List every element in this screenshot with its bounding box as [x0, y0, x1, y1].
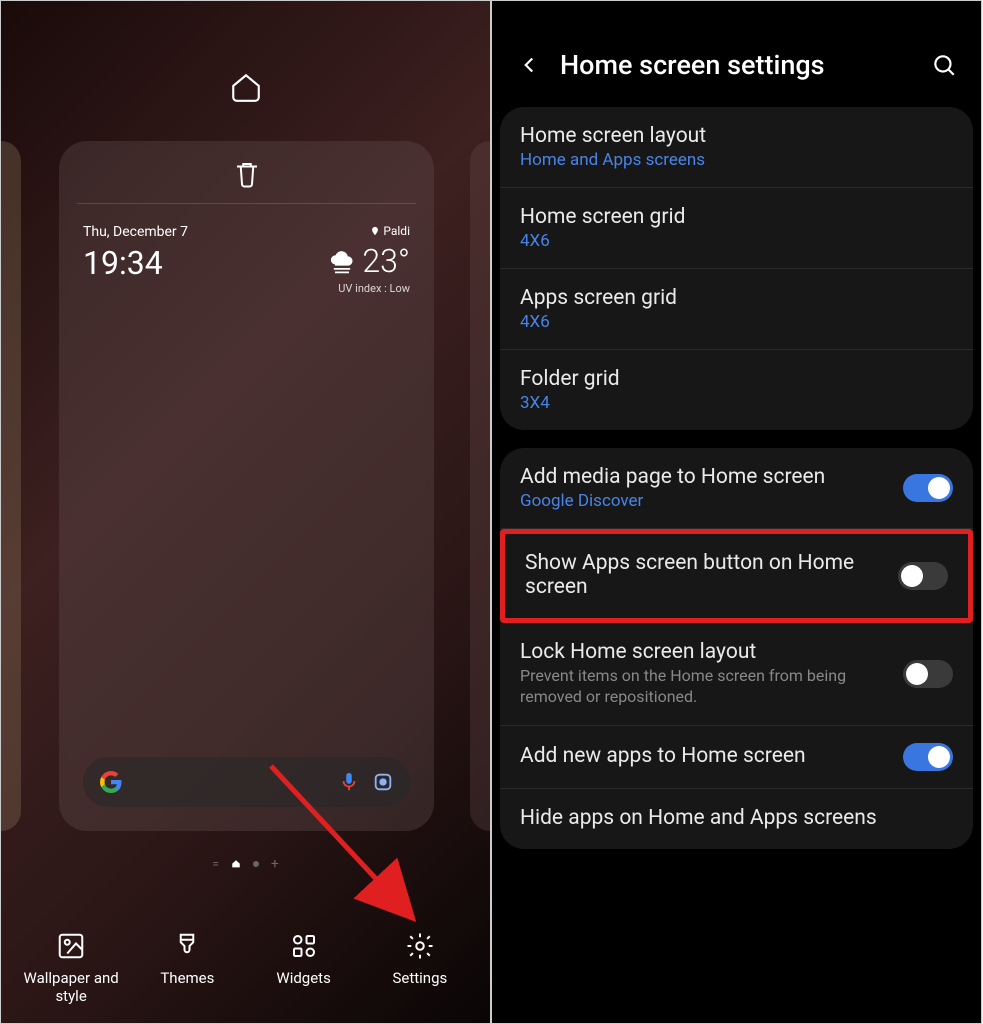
widgets-icon	[289, 931, 319, 961]
bb-label: Settings	[392, 969, 447, 987]
themes-button[interactable]: Themes	[132, 931, 242, 1005]
home-icon	[229, 71, 263, 105]
item-sub: 3X4	[520, 393, 953, 413]
add-new-apps-item[interactable]: Add new apps to Home screen	[500, 726, 973, 789]
lock-layout-toggle[interactable]	[903, 660, 953, 688]
gear-icon	[405, 931, 435, 961]
mic-icon[interactable]	[338, 771, 360, 793]
item-desc: Prevent items on the Home screen from be…	[520, 666, 887, 708]
google-g-icon	[99, 770, 123, 794]
pin-icon	[370, 226, 380, 236]
item-label: Home screen grid	[520, 205, 953, 229]
folder-grid-item[interactable]: Folder grid 3X4	[500, 350, 973, 430]
search-icon[interactable]	[931, 52, 957, 78]
bb-label: Widgets	[276, 969, 330, 987]
home-editor-bottombar: Wallpaper and style Themes Widgets Setti…	[1, 931, 490, 1005]
temp-text: 23°	[362, 242, 410, 280]
item-label: Show Apps screen button on Home screen	[525, 551, 882, 599]
page-title: Home screen settings	[560, 49, 913, 81]
temp-row: 23°	[328, 242, 410, 280]
delete-page-row	[77, 141, 416, 204]
brush-icon	[172, 931, 202, 961]
media-page-item[interactable]: Add media page to Home screen Google Dis…	[500, 448, 973, 529]
home-page-preview[interactable]: Thu, December 7 19:34 Paldi 23° UV index…	[59, 141, 434, 831]
item-label: Add new apps to Home screen	[520, 744, 887, 768]
settings-header: Home screen settings	[492, 1, 981, 107]
wallpaper-style-button[interactable]: Wallpaper and style	[16, 931, 126, 1005]
item-label: Add media page to Home screen	[520, 465, 887, 489]
item-sub: Google Discover	[520, 491, 887, 511]
bb-label: Themes	[160, 969, 214, 987]
item-sub: 4X6	[520, 231, 953, 251]
uv-text: UV index : Low	[328, 282, 410, 295]
time-text: 19:34	[83, 244, 188, 282]
home-editor-pane: Thu, December 7 19:34 Paldi 23° UV index…	[0, 0, 491, 1024]
home-layout-item[interactable]: Home screen layout Home and Apps screens	[500, 107, 973, 188]
location-text: Paldi	[328, 224, 410, 238]
google-search-bar[interactable]	[83, 757, 410, 807]
item-label: Apps screen grid	[520, 286, 953, 310]
cloud-icon	[328, 247, 356, 275]
next-page-peek[interactable]	[470, 141, 491, 831]
widgets-button[interactable]: Widgets	[249, 931, 359, 1005]
home-indicator-row	[1, 1, 490, 105]
item-sub: 4X6	[520, 312, 953, 332]
home-dot-icon	[231, 859, 241, 869]
date-text: Thu, December 7	[83, 224, 188, 240]
lock-layout-item[interactable]: Lock Home screen layout Prevent items on…	[500, 623, 973, 726]
show-apps-toggle[interactable]	[898, 562, 948, 590]
wallpaper-icon	[56, 931, 86, 961]
trash-icon[interactable]	[232, 159, 262, 189]
settings-button[interactable]: Settings	[365, 931, 475, 1005]
show-apps-button-item[interactable]: Show Apps screen button on Home screen	[500, 529, 973, 623]
home-grid-item[interactable]: Home screen grid 4X6	[500, 188, 973, 269]
page-indicator-dots: = +	[1, 856, 490, 872]
item-sub: Home and Apps screens	[520, 150, 953, 170]
add-new-apps-toggle[interactable]	[903, 743, 953, 771]
settings-pane: Home screen settings Home screen layout …	[491, 0, 982, 1024]
item-label: Folder grid	[520, 367, 953, 391]
settings-group-layout: Home screen layout Home and Apps screens…	[500, 107, 973, 430]
apps-grid-item[interactable]: Apps screen grid 4X6	[500, 269, 973, 350]
lens-icon[interactable]	[372, 771, 394, 793]
bb-label: Wallpaper and style	[16, 969, 126, 1005]
page-dot-icon	[253, 861, 259, 867]
item-label: Hide apps on Home and Apps screens	[520, 806, 953, 830]
prev-page-peek[interactable]	[0, 141, 21, 831]
media-page-toggle[interactable]	[903, 474, 953, 502]
item-label: Lock Home screen layout	[520, 640, 887, 664]
settings-group-behavior: Add media page to Home screen Google Dis…	[500, 448, 973, 849]
hide-apps-item[interactable]: Hide apps on Home and Apps screens	[500, 789, 973, 849]
back-icon[interactable]	[516, 52, 542, 78]
item-label: Home screen layout	[520, 124, 953, 148]
weather-clock-widget[interactable]: Thu, December 7 19:34 Paldi 23° UV index…	[59, 204, 434, 315]
